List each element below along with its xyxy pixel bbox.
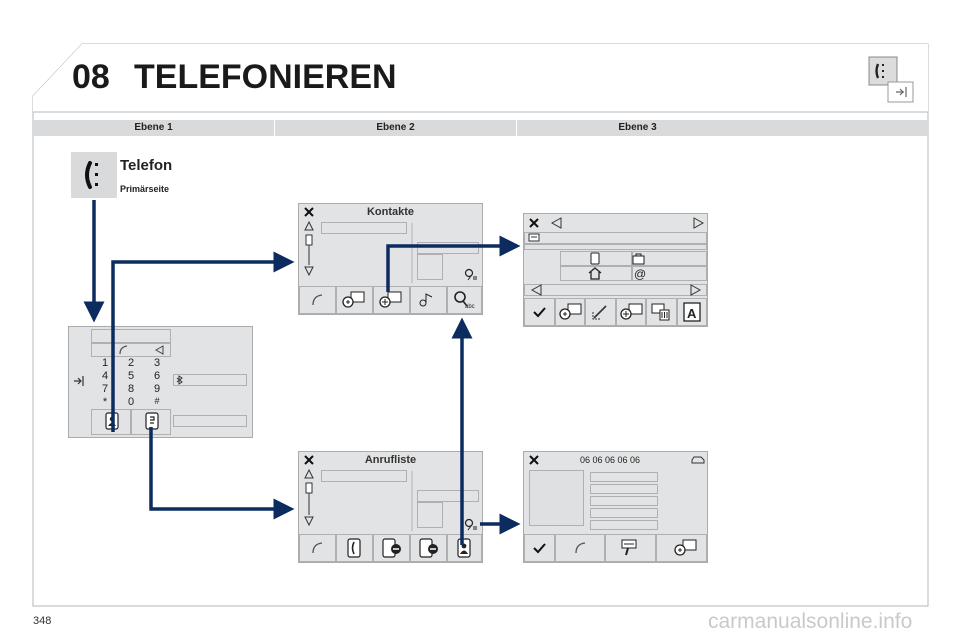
watermark: carmanualsonline.info [708, 610, 913, 633]
navigation-arrows [83, 200, 521, 545]
page-number: 348 [33, 615, 52, 627]
